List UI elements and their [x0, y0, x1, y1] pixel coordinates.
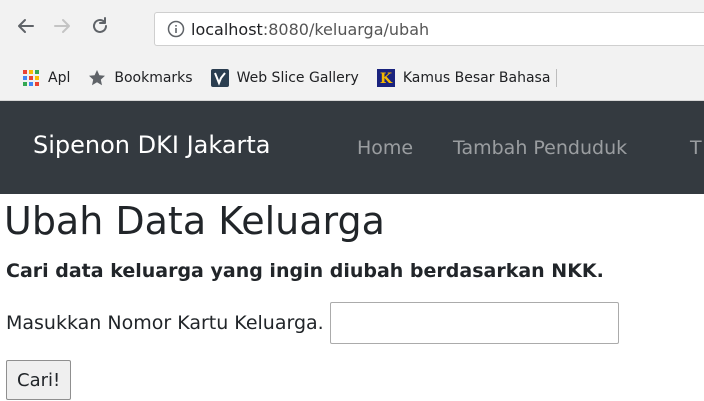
info-icon[interactable]	[161, 20, 191, 38]
back-button[interactable]	[14, 14, 38, 38]
page-subtitle: Cari data keluarga yang ingin diubah ber…	[6, 260, 604, 282]
reload-icon	[93, 17, 107, 33]
kbbi-k-icon: K	[376, 69, 395, 87]
apps-grid-icon	[22, 69, 40, 87]
bookmark-label: Apl	[48, 70, 71, 86]
bookmark-kamus-besar-bahasa[interactable]: K Kamus Besar Bahasa	[376, 69, 558, 87]
bookmark-label: Web Slice Gallery	[236, 70, 359, 86]
back-arrow-icon	[18, 19, 34, 33]
web-slice-icon	[210, 69, 229, 87]
nav-link-tambah-penduduk[interactable]: Tambah Penduduk	[453, 137, 627, 159]
bookmark-bookmarks[interactable]: Bookmarks	[88, 69, 193, 87]
nkk-form-row: Masukkan Nomor Kartu Keluarga.	[6, 302, 619, 344]
nkk-input[interactable]	[329, 302, 619, 344]
bookmarks-bar: Apl Bookmarks Web Slice Gallery K Kamus …	[0, 56, 704, 100]
forward-button[interactable]	[50, 14, 74, 38]
site-navbar: Sipenon DKI Jakarta Home Tambah Penduduk…	[0, 101, 704, 194]
star-icon	[88, 69, 106, 87]
nav-link-home[interactable]: Home	[357, 137, 413, 159]
bookmark-label: Bookmarks	[114, 70, 193, 86]
page-title: Ubah Data Keluarga	[4, 199, 385, 243]
bookmark-apps[interactable]: Apl	[22, 69, 70, 87]
bookmark-divider	[556, 69, 558, 87]
nav-link-truncated[interactable]: T	[690, 137, 702, 159]
address-bar[interactable]: localhost:8080/keluarga/ubah	[154, 12, 704, 46]
url-path: :8080/keluarga/ubah	[262, 19, 430, 39]
browser-toolbar: localhost:8080/keluarga/ubah	[0, 0, 704, 56]
browser-chrome: localhost:8080/keluarga/ubah Apl Bookmar…	[0, 0, 704, 101]
svg-text:K: K	[380, 71, 393, 87]
url-text: localhost:8080/keluarga/ubah	[191, 20, 429, 39]
forward-arrow-icon	[54, 19, 70, 33]
navbar-brand[interactable]: Sipenon DKI Jakarta	[33, 131, 271, 159]
search-button[interactable]: Cari!	[6, 360, 72, 400]
url-host: localhost	[191, 19, 263, 39]
reload-button[interactable]	[88, 14, 112, 38]
bookmark-web-slice-gallery[interactable]: Web Slice Gallery	[210, 69, 359, 87]
bookmark-label: Kamus Besar Bahasa	[402, 70, 551, 86]
nkk-label: Masukkan Nomor Kartu Keluarga.	[6, 312, 324, 334]
